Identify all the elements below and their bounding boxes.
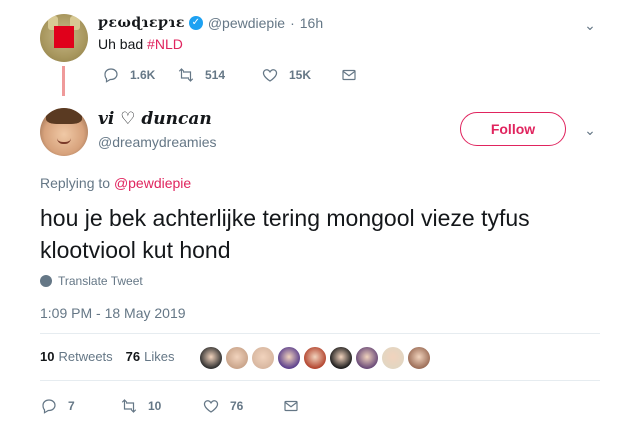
reply-icon xyxy=(42,399,56,414)
display-name[interactable]: vi ♡ duncan xyxy=(98,109,212,129)
chevron-down-icon[interactable]: ⌄ xyxy=(582,122,598,138)
retweet-icon xyxy=(178,68,194,82)
divider xyxy=(40,333,600,334)
liker-avatar[interactable] xyxy=(199,346,223,370)
reply-icon xyxy=(104,68,118,83)
avatar-smile xyxy=(57,138,71,144)
liker-avatar[interactable] xyxy=(303,346,327,370)
retweets-count: 10 xyxy=(40,349,55,364)
retweet-button[interactable]: 514 xyxy=(177,66,225,84)
envelope-icon xyxy=(284,400,298,412)
thread-line xyxy=(62,66,65,96)
retweets-label: Retweets xyxy=(58,349,113,364)
tweet-header: ƿɛωɖɿɛƿɿɛ ✓ @pewdiepie · 16h xyxy=(98,14,323,32)
heart-icon xyxy=(262,69,278,82)
likes-label: Likes xyxy=(144,349,175,364)
reply-count: 7 xyxy=(68,399,75,413)
divider xyxy=(40,380,600,381)
liker-avatar[interactable] xyxy=(329,346,353,370)
message-button[interactable] xyxy=(340,66,358,84)
follow-button[interactable]: Follow xyxy=(460,112,566,146)
tweet-stats: 10 Retweets 76 Likes xyxy=(40,349,175,364)
retweets-stat[interactable]: 10 Retweets xyxy=(40,349,113,364)
message-button[interactable] xyxy=(282,397,300,415)
liker-avatar[interactable] xyxy=(277,346,301,370)
like-button[interactable]: 76 xyxy=(202,397,243,415)
replying-to: Replying to @pewdiepie xyxy=(40,175,191,191)
reply-button[interactable]: 1.6K xyxy=(102,66,155,84)
avatar-hair xyxy=(46,108,82,124)
tweet-text: hou je bek achterlijke tering mongool vi… xyxy=(40,205,530,263)
handle[interactable]: @dreamydreamies xyxy=(98,134,216,150)
separator-dot: · xyxy=(290,15,295,31)
like-count: 15K xyxy=(289,68,312,82)
tweet-text: Uh bad #NLD xyxy=(98,36,183,52)
retweet-count: 10 xyxy=(148,399,162,413)
like-button[interactable]: 15K xyxy=(261,66,311,84)
chevron-down-icon[interactable]: ⌄ xyxy=(582,17,598,33)
retweet-icon xyxy=(121,399,137,413)
liker-avatar[interactable] xyxy=(407,346,431,370)
envelope-icon xyxy=(342,69,356,81)
likes-stat[interactable]: 76 Likes xyxy=(126,349,175,364)
translate-label: Translate Tweet xyxy=(58,274,143,288)
like-count: 76 xyxy=(230,399,244,413)
parent-tweet[interactable]: ƿɛωɖɿɛƿɿɛ ✓ @pewdiepie · 16h ⌄ Uh bad #N… xyxy=(0,0,640,96)
retweet-button[interactable]: 10 xyxy=(120,397,161,415)
tweet-time[interactable]: 16h xyxy=(300,15,323,31)
mention-link[interactable]: @pewdiepie xyxy=(114,175,191,191)
avatar[interactable] xyxy=(40,14,88,62)
heart-icon xyxy=(203,400,219,413)
display-name[interactable]: ƿɛωɖɿɛƿɿɛ xyxy=(98,15,185,31)
liker-avatar[interactable] xyxy=(225,346,249,370)
avatar[interactable] xyxy=(40,108,88,156)
liker-avatar[interactable] xyxy=(355,346,379,370)
avatar-red-square xyxy=(54,26,74,48)
verified-icon: ✓ xyxy=(188,16,203,30)
retweet-count: 514 xyxy=(205,68,226,82)
liker-avatar[interactable] xyxy=(251,346,275,370)
handle[interactable]: @pewdiepie xyxy=(208,15,285,31)
globe-icon xyxy=(40,275,52,287)
liker-avatar[interactable] xyxy=(381,346,405,370)
replying-to-label: Replying to xyxy=(40,175,111,191)
likes-count: 76 xyxy=(125,349,141,364)
reply-count: 1.6K xyxy=(130,68,156,82)
tweet-timestamp[interactable]: 1:09 PM - 18 May 2019 xyxy=(40,305,186,321)
hashtag-link[interactable]: #NLD xyxy=(147,36,183,52)
tweet-text-body: Uh bad xyxy=(98,36,144,52)
translate-tweet-link[interactable]: Translate Tweet xyxy=(40,274,143,288)
reply-button[interactable]: 7 xyxy=(40,397,75,415)
